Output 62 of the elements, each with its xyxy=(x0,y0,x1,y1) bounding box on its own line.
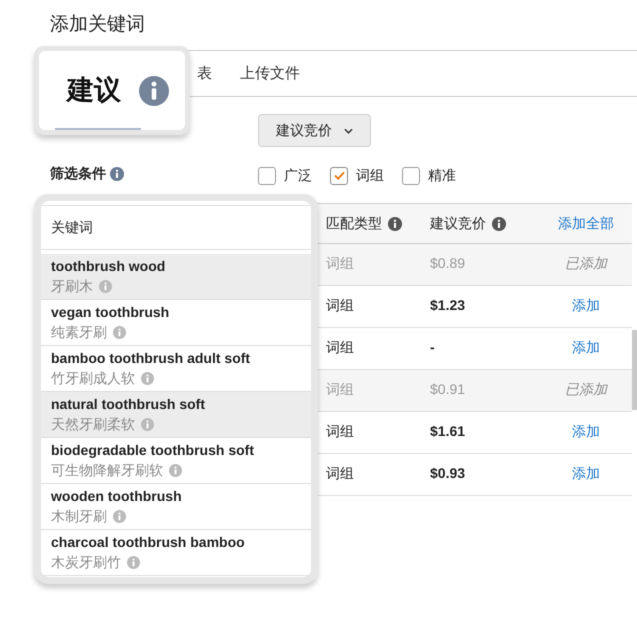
checkbox[interactable] xyxy=(402,166,420,184)
keyword-text: vegan toothbrush xyxy=(51,303,170,322)
add-link[interactable]: 添加 xyxy=(572,337,600,358)
translation-text: 可生物降解牙刷软 xyxy=(51,461,163,480)
info-icon xyxy=(141,372,154,384)
bid-text: $1.61 xyxy=(430,423,466,439)
info-icon xyxy=(99,280,112,292)
translation-text: 木炭牙刷竹 xyxy=(51,553,121,572)
info-icon xyxy=(492,216,506,230)
column-header: 关键词 xyxy=(51,218,93,237)
page-title: 添加关键词 xyxy=(50,13,145,37)
tab[interactable]: 建议 xyxy=(67,70,121,111)
match-type-text: 词组 xyxy=(326,381,354,397)
info-icon xyxy=(141,418,154,430)
column-header: 建议竞价 xyxy=(430,214,486,233)
keyword-text: charcoal toothbrush bamboo xyxy=(51,533,246,552)
info-icon xyxy=(113,326,126,338)
add-all-link[interactable]: 添加全部 xyxy=(558,213,614,234)
info-icon xyxy=(139,76,169,106)
chevron-down-icon xyxy=(344,128,353,134)
column-header: 匹配类型 xyxy=(326,214,382,233)
checkbox-label: 广泛 xyxy=(284,166,312,185)
match-type-text: 词组 xyxy=(326,255,354,271)
info-icon xyxy=(127,556,140,568)
checkbox-label: 精准 xyxy=(428,166,456,185)
scrollbar-thumb[interactable] xyxy=(632,330,637,410)
info-icon xyxy=(169,464,182,476)
bid-dropdown[interactable]: 建议竞价 xyxy=(258,114,371,147)
add-link[interactable]: 添加 xyxy=(572,463,600,484)
checkbox-label: 词组 xyxy=(356,166,384,185)
match-type-text: 词组 xyxy=(326,339,354,355)
match-type-text: 词组 xyxy=(326,423,354,439)
translation-text: 天然牙刷柔软 xyxy=(51,415,135,434)
keyword-text: wooden toothbrush xyxy=(51,487,183,506)
bid-text: $0.89 xyxy=(430,255,466,271)
checkbox[interactable] xyxy=(330,166,348,184)
translation-text: 竹牙刷成人软 xyxy=(51,369,135,388)
add-link[interactable]: 添加 xyxy=(572,421,600,442)
keyword-text: natural toothbrush soft xyxy=(51,395,206,414)
tab[interactable]: 上传文件 xyxy=(240,63,300,86)
added-status: 已添加 xyxy=(565,380,607,399)
filter-label: 筛选条件 xyxy=(50,164,106,183)
added-status: 已添加 xyxy=(565,254,607,273)
keyword-text: biodegradable toothbrush soft xyxy=(51,441,255,460)
translation-text: 纯素牙刷 xyxy=(51,323,107,342)
info-icon xyxy=(113,510,126,522)
checkbox[interactable] xyxy=(258,166,276,184)
add-link[interactable]: 添加 xyxy=(572,295,600,316)
bid-text: $0.93 xyxy=(430,465,466,481)
bid-text: $0.91 xyxy=(430,381,466,397)
keyword-text: bamboo toothbrush adult soft xyxy=(51,349,252,368)
translation-text: 木制牙刷 xyxy=(51,507,107,526)
info-icon xyxy=(110,166,124,180)
match-type-text: 词组 xyxy=(326,465,354,481)
info-icon xyxy=(388,216,402,230)
bid-text: - xyxy=(430,339,435,355)
checkmark-icon xyxy=(334,171,344,180)
translation-text: 牙刷木 xyxy=(51,277,93,296)
bid-text: $1.23 xyxy=(430,297,466,313)
match-type-text: 词组 xyxy=(326,297,354,313)
keyword-text: toothbrush wood xyxy=(51,257,166,276)
tab[interactable]: 表 xyxy=(197,63,212,86)
